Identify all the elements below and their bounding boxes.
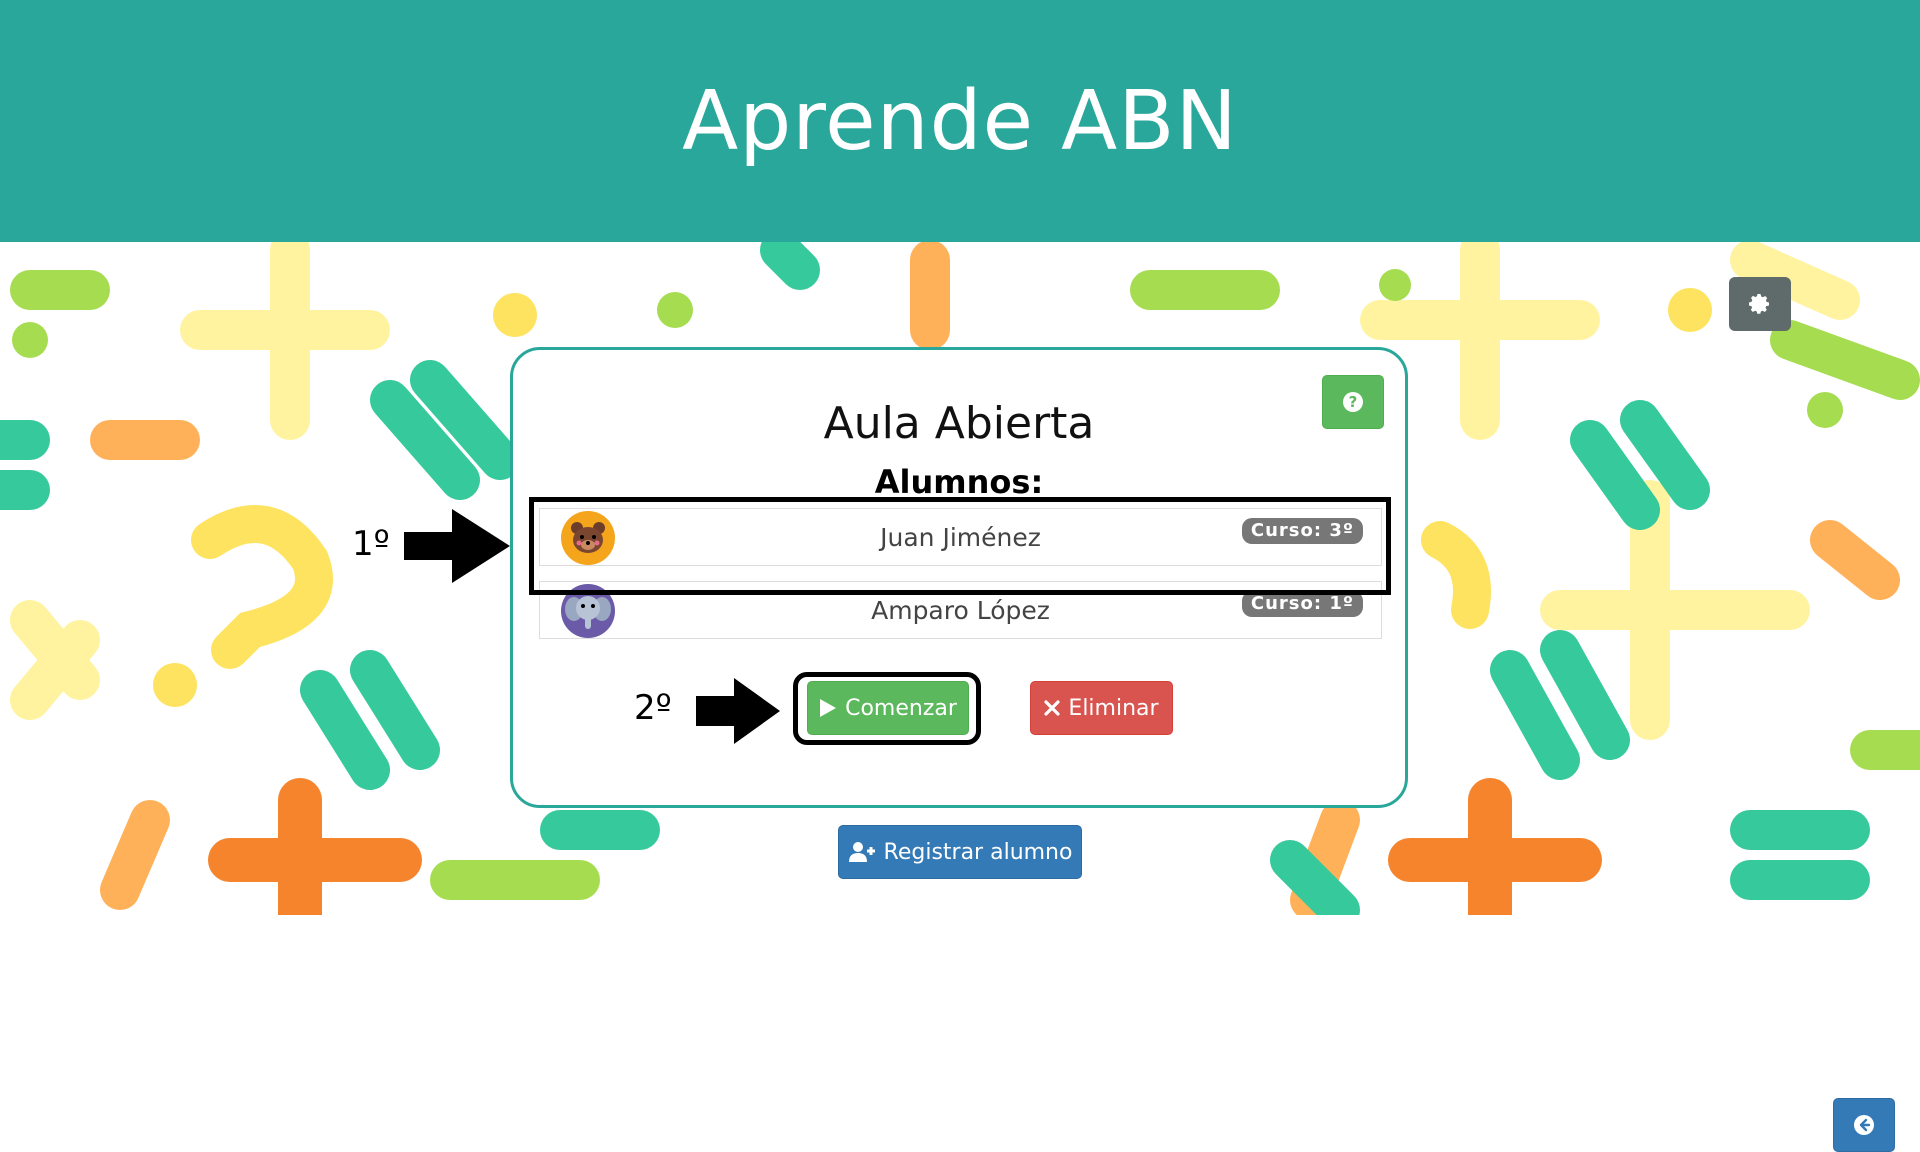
start-button[interactable]: Comenzar bbox=[807, 681, 969, 735]
app-title: Aprende ABN bbox=[682, 73, 1238, 169]
gear-icon bbox=[1749, 294, 1769, 314]
register-student-button[interactable]: Registrar alumno bbox=[838, 825, 1082, 879]
classroom-card: ? Aula Abierta Alumnos: Juan Jiménez Cur… bbox=[510, 347, 1895, 1152]
arrow-left-circle-icon bbox=[1854, 1115, 1874, 1135]
grade-badge: Curso: 3º bbox=[1241, 518, 1363, 544]
settings-button[interactable] bbox=[1729, 277, 1791, 331]
step1-arrow-icon bbox=[404, 509, 510, 583]
user-plus-icon bbox=[848, 842, 875, 862]
step2-arrow-icon bbox=[696, 678, 780, 744]
step2-label: 2º bbox=[634, 688, 672, 728]
app-header: Aprende ABN bbox=[0, 0, 1920, 242]
close-icon bbox=[1044, 700, 1061, 716]
delete-label: Eliminar bbox=[1068, 695, 1159, 721]
play-icon bbox=[820, 699, 837, 717]
step1-label: 1º bbox=[352, 524, 390, 564]
students-heading: Alumnos: bbox=[874, 463, 1044, 501]
student-row-amparo[interactable]: Amparo López Curso: 1º bbox=[539, 581, 1382, 639]
register-label: Registrar alumno bbox=[883, 839, 1073, 865]
grade-badge: Curso: 1º bbox=[1241, 591, 1363, 617]
classroom-title: Aula Abierta bbox=[823, 398, 1095, 449]
start-label: Comenzar bbox=[845, 695, 957, 721]
delete-button[interactable]: Eliminar bbox=[1030, 681, 1173, 735]
student-row-juan[interactable]: Juan Jiménez Curso: 3º bbox=[539, 508, 1382, 566]
back-button[interactable] bbox=[1833, 1098, 1895, 1152]
